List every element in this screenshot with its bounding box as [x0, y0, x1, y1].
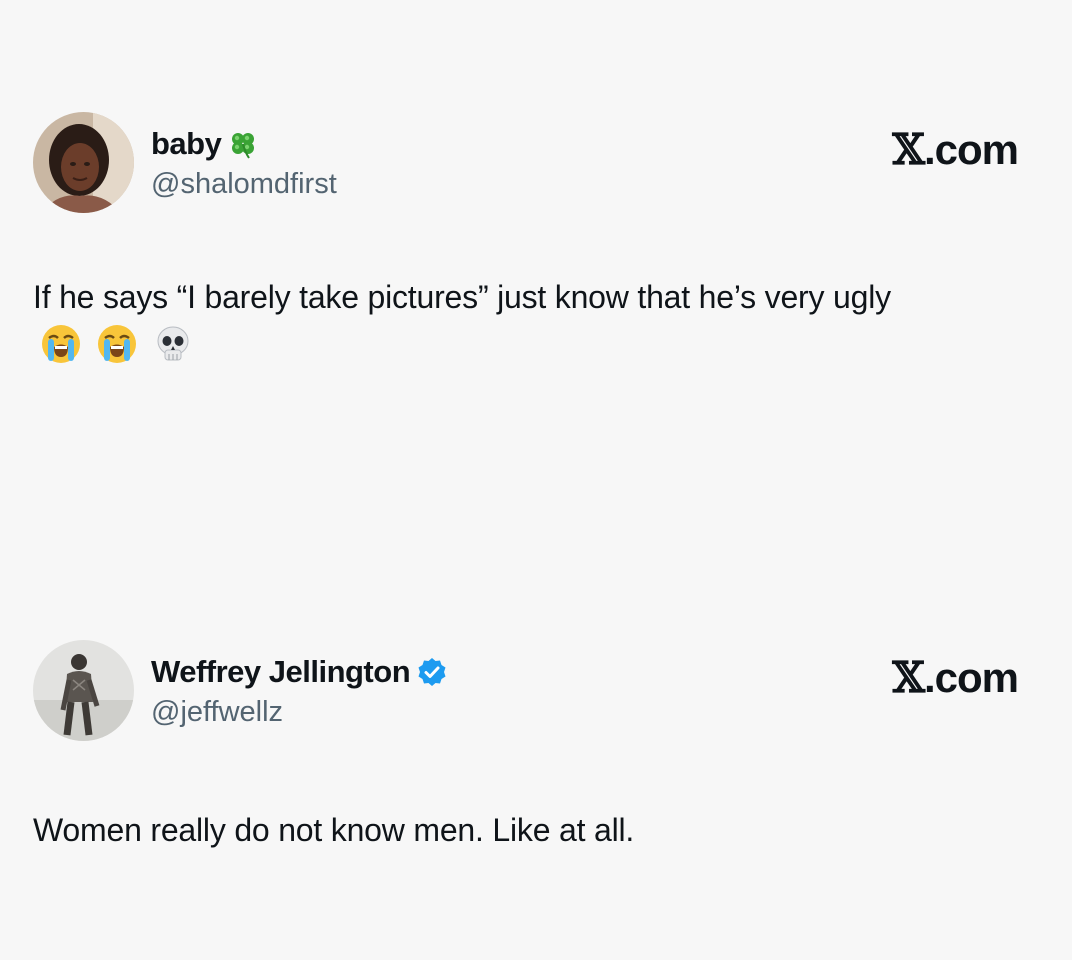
display-name[interactable]: Weffrey Jellington [151, 654, 411, 690]
x-logo-icon: 𝕏 [892, 653, 925, 702]
x-brand-logo: 𝕏.com [892, 653, 1019, 702]
tweet-body: If he says “I barely take pictures” just… [33, 275, 1018, 366]
user-handle[interactable]: @jeffwellz [151, 694, 448, 730]
skull-icon [151, 322, 195, 366]
brand-suffix: .com [923, 654, 1019, 701]
display-name[interactable]: baby [151, 126, 222, 162]
tweet-body: Women really do not know men. Like at al… [33, 808, 1018, 852]
avatar[interactable] [33, 112, 134, 213]
user-info: Weffrey Jellington @jeffwellz [151, 654, 448, 730]
loudly-crying-face-icon [95, 322, 139, 366]
avatar[interactable] [33, 640, 134, 741]
display-name-row[interactable]: Weffrey Jellington [151, 654, 448, 690]
x-brand-logo: 𝕏.com [892, 125, 1019, 174]
tweet-text: If he says “I barely take pictures” just… [33, 279, 891, 315]
emoji-row [39, 322, 207, 366]
user-handle[interactable]: @shalomdfirst [151, 166, 337, 202]
four-leaf-clover-icon [227, 128, 259, 160]
avatar-image [33, 640, 134, 741]
user-info: baby @shalomdfirst [151, 126, 337, 202]
display-name-row[interactable]: baby [151, 126, 337, 162]
loudly-crying-face-icon [39, 322, 83, 366]
x-logo-icon: 𝕏 [892, 125, 925, 174]
tweet-text: Women really do not know men. Like at al… [33, 812, 635, 848]
avatar-image [33, 112, 134, 213]
page: baby @shalomdfirst 𝕏.com If he says “I b… [0, 0, 1072, 960]
verified-badge-icon [416, 656, 448, 688]
brand-suffix: .com [923, 126, 1019, 173]
